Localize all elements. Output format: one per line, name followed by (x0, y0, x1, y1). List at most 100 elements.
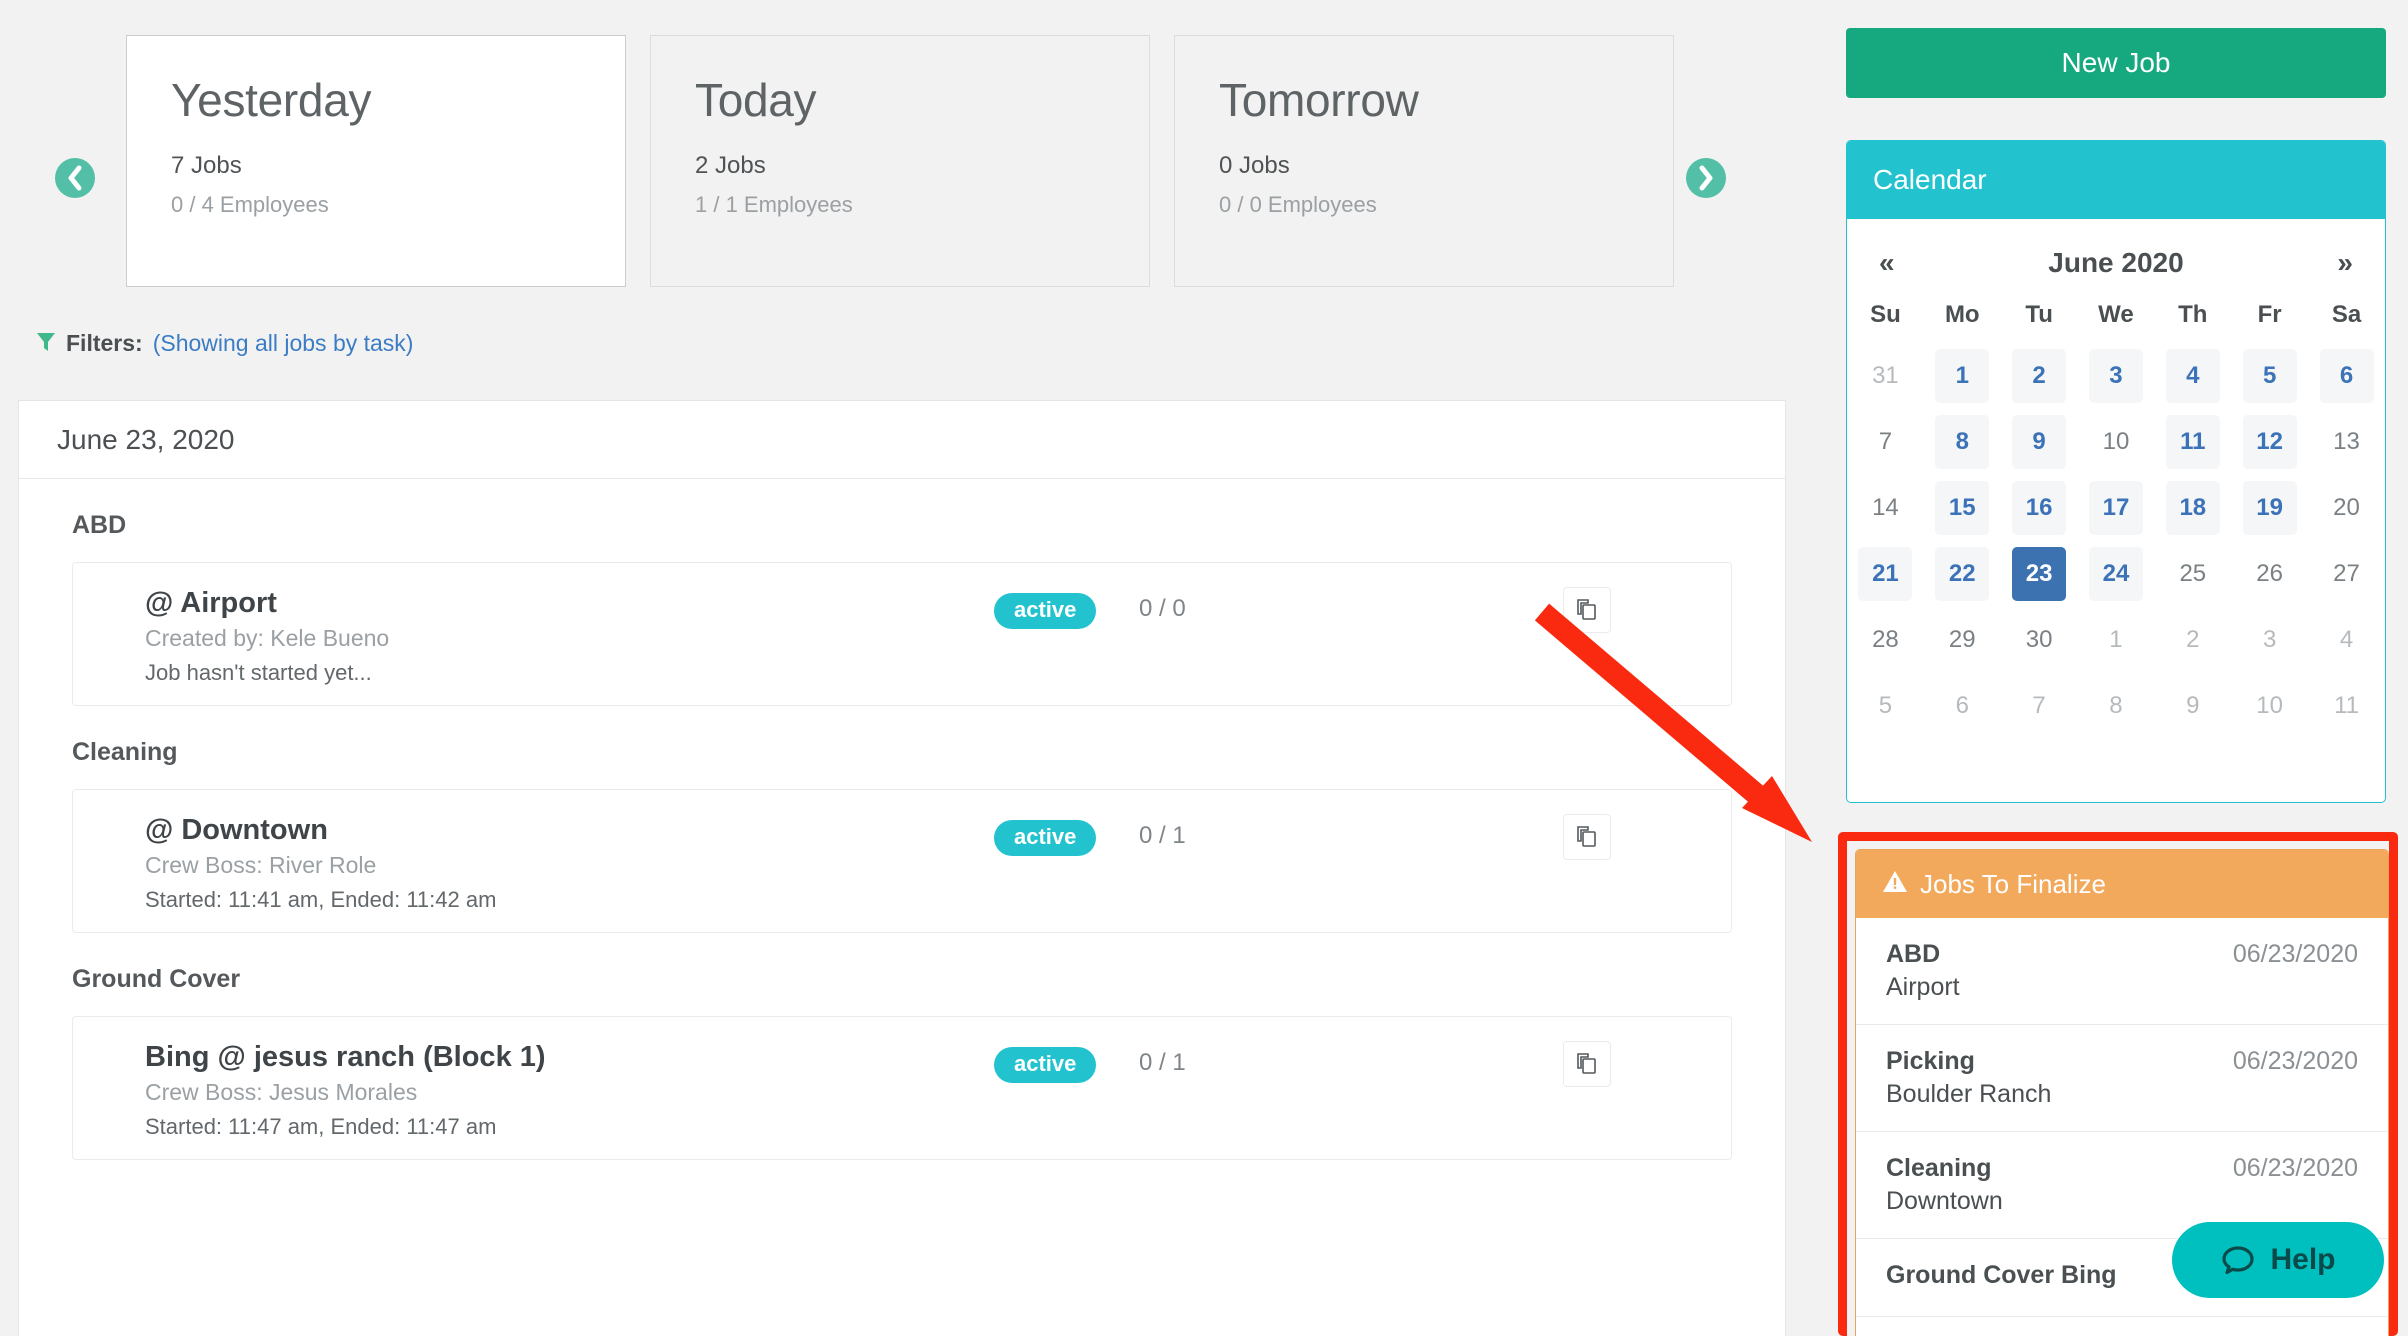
calendar-day-cell[interactable]: 20 (2308, 475, 2385, 541)
calendar-day-cell[interactable]: 2 (2154, 607, 2231, 673)
calendar-prev-month-button[interactable]: « (1879, 247, 1895, 279)
task-group-title: Cleaning (72, 738, 178, 766)
calendar-day-cell[interactable]: 3 (2078, 343, 2155, 409)
calendar-day-label: 5 (1878, 692, 1893, 719)
calendar-day-cell[interactable]: 4 (2154, 343, 2231, 409)
job-title: @ Airport (145, 587, 277, 619)
calendar-day-cell[interactable]: 1 (2078, 607, 2155, 673)
calendar-day-cell[interactable]: 14 (1847, 475, 1924, 541)
job-subtitle: Crew Boss: River Role (145, 852, 377, 879)
calendar-day-cell[interactable]: 12 (2231, 409, 2308, 475)
calendar-day-cell[interactable]: 7 (1847, 409, 1924, 475)
calendar-day-cell[interactable]: 10 (2231, 673, 2308, 739)
status-badge: active (994, 1047, 1097, 1083)
calendar-day-label: 24 (2088, 547, 2143, 601)
calendar-day-cell[interactable]: 9 (2001, 409, 2078, 475)
new-job-button[interactable]: New Job (1846, 28, 2386, 98)
job-employee-count: 0 / 1 (1139, 822, 1186, 849)
task-group-title: ABD (72, 511, 127, 539)
day-card-title: Today (695, 74, 817, 126)
calendar-day-label: 7 (2032, 692, 2046, 719)
calendar-day-cell[interactable]: 1 (1924, 343, 2001, 409)
day-card-jobs: 7 Jobs (171, 152, 242, 180)
calendar-weekday: We (2098, 301, 2134, 328)
calendar-day-label: 3 (2262, 626, 2277, 653)
calendar-next-month-button[interactable]: » (2337, 247, 2353, 279)
calendar-day-cell[interactable]: 17 (2078, 475, 2155, 541)
copy-icon (1577, 599, 1596, 620)
day-card-today[interactable]: Today 2 Jobs 1 / 1 Employees (650, 35, 1150, 287)
copy-job-button[interactable] (1563, 587, 1611, 633)
calendar-day-label: 19 (2242, 481, 2297, 535)
calendar-day-cell[interactable]: 31 (1847, 343, 1924, 409)
calendar-day-cell[interactable]: 9 (2154, 673, 2231, 739)
day-card-employees: 0 / 4 Employees (171, 192, 329, 218)
calendar-weekday: Sa (2331, 301, 2362, 328)
next-day-button[interactable] (1686, 158, 1726, 198)
calendar-day-label: 22 (1935, 547, 1990, 601)
calendar-day-cell[interactable]: 5 (2231, 343, 2308, 409)
calendar-day-cell[interactable]: 6 (2308, 343, 2385, 409)
calendar-day-label: 18 (2165, 481, 2220, 535)
calendar-day-cell[interactable]: 18 (2154, 475, 2231, 541)
calendar-day-cell[interactable]: 29 (1924, 607, 2001, 673)
calendar-day-label: 27 (2333, 560, 2360, 587)
finalize-item-date: 06/23/2020 (2232, 940, 2358, 968)
day-card-yesterday[interactable]: Yesterday 7 Jobs 0 / 4 Employees (126, 35, 626, 287)
calendar-day-cell[interactable]: 15 (1924, 475, 2001, 541)
calendar-day-label: 11 (2334, 692, 2359, 719)
jobs-date-header: June 23, 2020 (19, 401, 1785, 479)
calendar-day-cell[interactable]: 22 (1924, 541, 2001, 607)
calendar-day-cell[interactable]: 10 (2078, 409, 2155, 475)
calendar-day-cell[interactable]: 24 (2078, 541, 2155, 607)
calendar-day-cell[interactable]: 8 (1924, 409, 2001, 475)
day-summary-strip: Yesterday 7 Jobs 0 / 4 Employees Today 2… (0, 0, 1786, 320)
calendar-day-cell[interactable]: 25 (2154, 541, 2231, 607)
calendar-day-cell[interactable]: 26 (2231, 541, 2308, 607)
calendar-day-cell[interactable]: 30 (2001, 607, 2078, 673)
job-row[interactable]: Bing @ jesus ranch (Block 1) Crew Boss: … (72, 1016, 1732, 1160)
calendar-day-cell[interactable]: 5 (1847, 673, 1924, 739)
finalize-item-location: Boulder Ranch (1886, 1080, 2052, 1108)
copy-icon (1577, 1053, 1596, 1074)
calendar-day-label: 4 (2165, 349, 2220, 403)
calendar-day-cell[interactable]: 21 (1847, 541, 1924, 607)
calendar-day-label: 26 (2256, 560, 2283, 587)
copy-job-button[interactable] (1563, 1041, 1611, 1087)
finalize-list-item[interactable]: ABD 06/23/2020 Airport (1856, 918, 2388, 1025)
calendar-day-cell[interactable]: 4 (2308, 607, 2385, 673)
day-card-tomorrow[interactable]: Tomorrow 0 Jobs 0 / 0 Employees (1174, 35, 1674, 287)
calendar-day-label: 20 (2333, 494, 2360, 521)
job-subtitle: Created by: Kele Bueno (145, 625, 390, 652)
calendar-day-cell[interactable]: 16 (2001, 475, 2078, 541)
calendar-day-cell[interactable]: 23 (2001, 541, 2078, 607)
calendar-month-label[interactable]: June 2020 (2048, 247, 2183, 279)
job-info: Bing @ jesus ranch (Block 1) Crew Boss: … (73, 1017, 913, 1140)
calendar-day-cell[interactable]: 3 (2231, 607, 2308, 673)
job-row[interactable]: @ Airport Created by: Kele Bueno Job has… (72, 562, 1732, 706)
finalize-list-item[interactable]: Picking 06/23/2020 Boulder Ranch (1856, 1025, 2388, 1132)
calendar-day-cell[interactable]: 6 (1924, 673, 2001, 739)
copy-job-button[interactable] (1563, 814, 1611, 860)
calendar-day-cell[interactable]: 7 (2001, 673, 2078, 739)
calendar-day-cell[interactable]: 27 (2308, 541, 2385, 607)
calendar-day-cell[interactable]: 2 (2001, 343, 2078, 409)
filters-link[interactable]: (Showing all jobs by task) (153, 330, 414, 357)
finalize-item-location: Airport (1886, 973, 1960, 1001)
calendar-day-cell[interactable]: 11 (2308, 673, 2385, 739)
calendar-day-cell[interactable]: 13 (2308, 409, 2385, 475)
calendar-day-label: 11 (2165, 415, 2220, 469)
help-button[interactable]: Help (2172, 1222, 2384, 1298)
calendar-day-cell[interactable]: 11 (2154, 409, 2231, 475)
finalize-item-name: Cleaning (1886, 1154, 1992, 1182)
job-row[interactable]: @ Downtown Crew Boss: River Role Started… (72, 789, 1732, 933)
previous-day-button[interactable] (55, 158, 95, 198)
jobs-to-finalize-header: Jobs To Finalize (1856, 850, 2388, 918)
calendar-day-label: 8 (2109, 692, 2123, 719)
calendar-widget: Calendar « June 2020 » Su Mo Tu We Th Fr… (1846, 140, 2386, 803)
calendar-day-cell[interactable]: 19 (2231, 475, 2308, 541)
calendar-day-cell[interactable]: 8 (2078, 673, 2155, 739)
calendar-day-label: 9 (2186, 692, 2200, 719)
calendar-day-cell[interactable]: 28 (1847, 607, 1924, 673)
job-subtitle: Crew Boss: Jesus Morales (145, 1079, 418, 1106)
